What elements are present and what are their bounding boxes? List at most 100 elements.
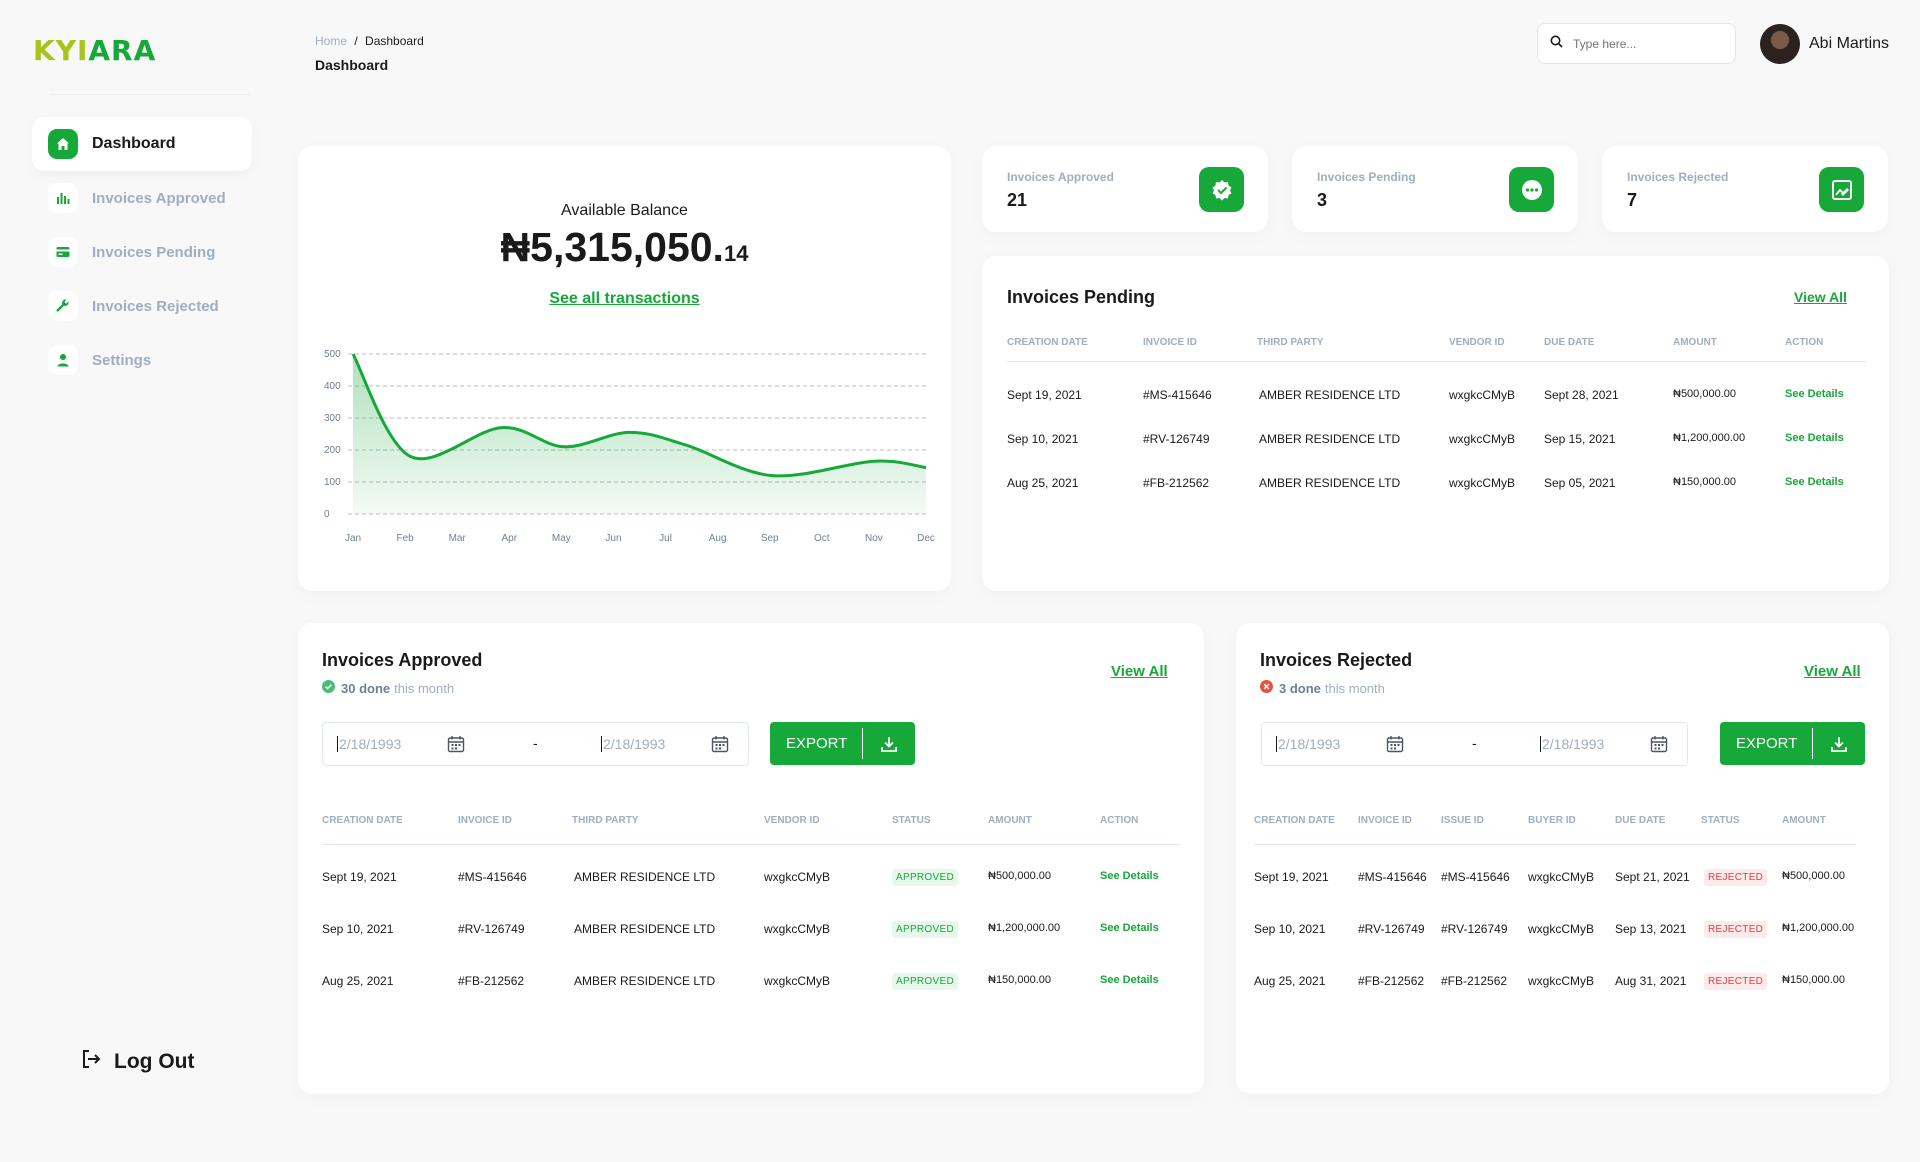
x-tick-label: Apr (501, 533, 517, 544)
sidebar-item-invoices-approved[interactable]: Invoices Approved (32, 171, 252, 225)
download-icon (1813, 735, 1865, 753)
see-details-link[interactable]: See Details (1785, 476, 1844, 488)
cell-amount: ₦500,000.00 (1782, 870, 1845, 882)
header-divider (322, 844, 1180, 845)
sidebar-item-invoices-rejected[interactable]: Invoices Rejected (32, 279, 252, 333)
see-details-link[interactable]: See Details (1100, 974, 1159, 986)
column-header: THIRD PARTY (1257, 337, 1324, 348)
stat-label: Invoices Pending (1317, 170, 1416, 184)
cell-creation-date: Sep 10, 2021 (322, 922, 394, 936)
x-tick-label: Oct (814, 533, 830, 544)
search-box[interactable] (1537, 23, 1736, 64)
cell-amount: ₦1,200,000.00 (988, 922, 1061, 934)
export-button[interactable]: EXPORT (1720, 722, 1865, 765)
image-edit-icon (1819, 167, 1864, 212)
done-this-month: 3 done this month (1260, 680, 1385, 696)
cell-vendor-id: wxgkcCMyB (1449, 388, 1516, 402)
x-tick-label: Jun (605, 533, 621, 544)
stat-label: Invoices Rejected (1627, 170, 1729, 184)
column-header: ACTION (1785, 337, 1824, 348)
sidebar-item-invoices-pending[interactable]: Invoices Pending (32, 225, 252, 279)
x-tick-label: Feb (396, 533, 414, 544)
header-divider (1254, 844, 1856, 845)
cell-invoice-id: #MS-415646 (1143, 388, 1212, 402)
cell-third-party: AMBER RESIDENCE LTD (574, 922, 716, 936)
cell-amount: ₦150,000.00 (1673, 476, 1736, 488)
cell-amount: ₦1,200,000.00 (1673, 432, 1746, 444)
calendar-icon[interactable] (1386, 735, 1404, 758)
breadcrumb-home[interactable]: Home (315, 34, 347, 48)
y-tick-label: 300 (324, 413, 341, 424)
column-header: ISSUE ID (1441, 815, 1484, 826)
status-badge: APPROVED (892, 869, 958, 886)
see-details-link[interactable]: See Details (1100, 870, 1159, 882)
view-all-link[interactable]: View All (1804, 663, 1861, 680)
view-all-link[interactable]: View All (1111, 663, 1168, 680)
date-to-input[interactable]: 2/18/1993 (601, 736, 665, 752)
more-dots-icon (1509, 167, 1554, 212)
x-tick-label: May (552, 533, 571, 544)
date-range-picker[interactable]: 2/18/1993 - 2/18/1993 (1261, 722, 1688, 766)
column-header: AMOUNT (1673, 337, 1717, 348)
x-circle-icon (1260, 680, 1273, 696)
cell-creation-date: Sept 19, 2021 (1007, 388, 1082, 402)
cell-vendor-id: wxgkcCMyB (1449, 476, 1516, 490)
breadcrumb-separator: / (354, 34, 358, 48)
cell-third-party: AMBER RESIDENCE LTD (574, 974, 716, 988)
sidebar-item-settings[interactable]: Settings (32, 333, 252, 387)
sidebar-item-dashboard[interactable]: Dashboard (32, 117, 252, 171)
search-input[interactable] (1573, 36, 1723, 51)
y-tick-label: 200 (324, 445, 341, 456)
cell-issue-id: #RV-126749 (1441, 922, 1508, 936)
export-button[interactable]: EXPORT (770, 722, 915, 765)
stat-value: 21 (1007, 190, 1028, 210)
cell-vendor-id: wxgkcCMyB (764, 974, 831, 988)
calendar-icon[interactable] (1650, 735, 1668, 758)
cell-due-date: Sept 21, 2021 (1615, 870, 1690, 884)
x-tick-label: Jul (659, 533, 672, 544)
user-menu[interactable]: Abi Martins (1760, 24, 1889, 64)
cell-due-date: Sep 15, 2021 (1544, 432, 1616, 446)
cell-creation-date: Sep 10, 2021 (1007, 432, 1079, 446)
cell-creation-date: Aug 25, 2021 (1254, 974, 1326, 988)
home-icon (48, 129, 78, 159)
breadcrumb: Home / Dashboard (315, 34, 424, 48)
cell-buyer-id: wxgkcCMyB (1528, 870, 1595, 884)
column-header: CREATION DATE (1254, 815, 1335, 826)
logout-icon (80, 1048, 114, 1076)
done-this-month: 30 done this month (322, 680, 454, 696)
stat-card-approved: Invoices Approved 21 (982, 146, 1268, 232)
balance-amount: ₦5,315,050.14 (500, 224, 749, 270)
cell-vendor-id: wxgkcCMyB (764, 922, 831, 936)
column-header: THIRD PARTY (572, 815, 639, 826)
see-details-link[interactable]: See Details (1785, 432, 1844, 444)
calendar-icon[interactable] (711, 735, 729, 758)
x-tick-label: Nov (865, 533, 883, 544)
column-header: CREATION DATE (1007, 337, 1088, 348)
calendar-icon[interactable] (447, 735, 465, 758)
cell-amount: ₦150,000.00 (1782, 974, 1845, 986)
see-details-link[interactable]: See Details (1100, 922, 1159, 934)
view-all-link[interactable]: View All (1794, 289, 1847, 305)
x-tick-label: Dec (917, 533, 935, 544)
done-count: 3 done (1279, 680, 1321, 696)
see-details-link[interactable]: See Details (1785, 388, 1844, 400)
date-from-input[interactable]: 2/18/1993 (337, 736, 401, 752)
user-name: Abi Martins (1809, 35, 1890, 52)
column-header: CREATION DATE (322, 815, 403, 826)
done-suffix: this month (1324, 680, 1385, 696)
logout-button[interactable]: Log Out (80, 1048, 194, 1076)
check-circle-icon (322, 680, 335, 696)
stat-card-pending: Invoices Pending 3 (1292, 146, 1578, 232)
date-to-input[interactable]: 2/18/1993 (1540, 736, 1604, 752)
section-title: Invoices Rejected (1260, 650, 1413, 670)
x-tick-label: Aug (709, 533, 727, 544)
done-suffix: this month (394, 680, 455, 696)
see-all-transactions-link[interactable]: See all transactions (298, 290, 951, 308)
x-tick-label: Mar (449, 533, 467, 544)
status-badge: REJECTED (1704, 921, 1768, 938)
date-from-input[interactable]: 2/18/1993 (1276, 736, 1340, 752)
done-count: 30 done (341, 680, 391, 696)
x-tick-label: Jan (345, 533, 361, 544)
date-range-picker[interactable]: 2/18/1993 - 2/18/1993 (322, 722, 749, 766)
